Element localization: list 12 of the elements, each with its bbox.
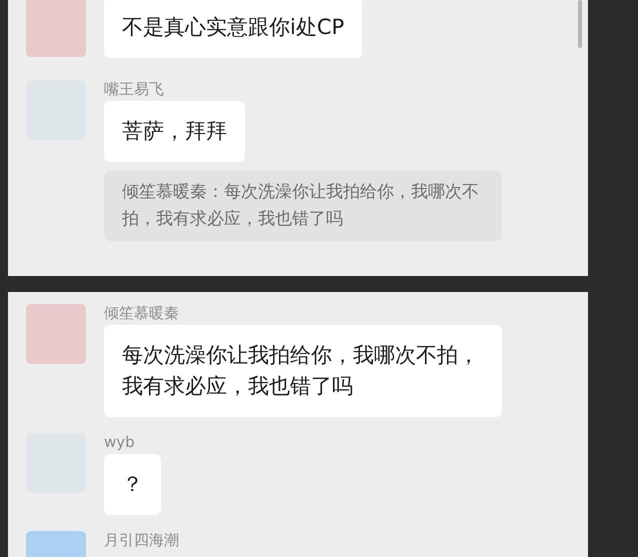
- message-bubble: 菩萨，拜拜: [104, 101, 245, 162]
- message-bubble: 每次洗澡你让我拍给你，我哪次不拍，我有求必应，我也错了吗: [104, 325, 502, 417]
- message-bubble: ？: [104, 454, 161, 515]
- sender-name: 嘴王易飞: [104, 80, 164, 98]
- avatar-placeholder[interactable]: [26, 304, 86, 364]
- sender-name: 月引四海潮: [104, 531, 179, 549]
- avatar-placeholder[interactable]: [26, 0, 86, 57]
- quoted-message: 倾笙慕暖秦：每次洗澡你让我拍给你，我哪次不拍，我有求必应，我也错了吗: [104, 171, 502, 241]
- message-bubble: 不是真心实意跟你i处CP: [104, 0, 362, 58]
- sender-name: wyb: [104, 433, 135, 451]
- sender-name: 倾笙慕暖秦: [104, 304, 179, 322]
- scrollbar[interactable]: [578, 0, 582, 48]
